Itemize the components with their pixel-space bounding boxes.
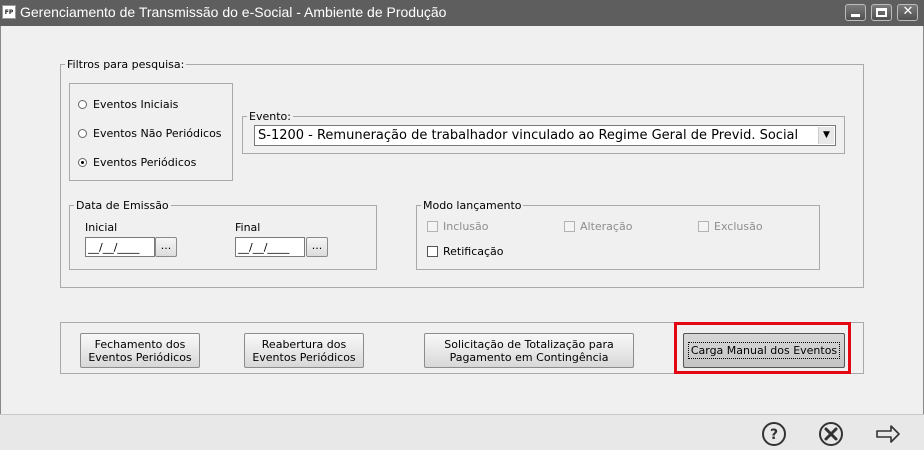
- modo-lancamento-legend: Modo lançamento: [423, 199, 522, 212]
- checkbox-retificacao[interactable]: Retificação: [427, 245, 504, 258]
- minimize-icon: [851, 14, 860, 17]
- modo-lancamento-group: Modo lançamento: [416, 199, 820, 270]
- radio-button-selected[interactable]: [78, 158, 87, 167]
- radio-label: Eventos Periódicos: [93, 156, 197, 169]
- final-date-picker-button[interactable]: ...: [306, 237, 328, 257]
- evento-selected-value: S-1200 - Remuneração de trabalhador vinc…: [258, 128, 799, 143]
- checkbox-label: Exclusão: [714, 220, 763, 233]
- cancel-icon[interactable]: [818, 421, 844, 447]
- final-label: Final: [235, 221, 261, 234]
- help-icon[interactable]: ?: [761, 421, 787, 447]
- checkbox-box: [564, 221, 575, 232]
- event-type-radio-group: Eventos Iniciais Eventos Não Periódicos …: [69, 83, 233, 181]
- solicitacao-totalizacao-button[interactable]: Solicitação de Totalização para Pagament…: [424, 333, 634, 368]
- checkbox-box[interactable]: [427, 246, 438, 257]
- maximize-button[interactable]: [871, 4, 892, 21]
- dropdown-arrow-icon[interactable]: ▼: [818, 127, 834, 144]
- fechamento-eventos-button[interactable]: Fechamento dos Eventos Periódicos: [80, 333, 200, 368]
- radio-eventos-iniciais[interactable]: Eventos Iniciais: [78, 98, 178, 111]
- next-arrow-icon[interactable]: [875, 421, 901, 447]
- inicial-date-input[interactable]: __/__/____: [85, 237, 155, 257]
- checkbox-alteracao: Alteração: [564, 220, 632, 233]
- radio-button[interactable]: [78, 100, 87, 109]
- evento-select[interactable]: S-1200 - Remuneração de trabalhador vinc…: [254, 125, 836, 146]
- footer-bar: ?: [0, 414, 924, 450]
- radio-button[interactable]: [78, 129, 87, 138]
- maximize-icon: [876, 8, 887, 17]
- highlight-box: [674, 322, 851, 374]
- reabertura-eventos-button[interactable]: Reabertura dos Eventos Periódicos: [244, 333, 364, 368]
- final-date-input[interactable]: __/__/____: [235, 237, 305, 257]
- radio-label: Eventos Não Periódicos: [93, 127, 222, 140]
- radio-eventos-nao-periodicos[interactable]: Eventos Não Periódicos: [78, 127, 222, 140]
- filters-legend: Filtros para pesquisa:: [67, 58, 185, 71]
- checkbox-box: [427, 221, 438, 232]
- inicial-label: Inicial: [85, 221, 118, 234]
- inicial-date-picker-button[interactable]: ...: [155, 237, 177, 257]
- title-bar: FP Gerenciamento de Transmissão do e-Soc…: [0, 0, 924, 26]
- app-icon: FP: [2, 5, 16, 19]
- radio-eventos-periodicos[interactable]: Eventos Periódicos: [78, 156, 196, 169]
- radio-label: Eventos Iniciais: [93, 98, 179, 111]
- checkbox-label: Alteração: [580, 220, 633, 233]
- close-button[interactable]: ✕: [897, 4, 918, 21]
- data-emissao-group: Data de Emissão: [69, 199, 377, 270]
- svg-text:?: ?: [770, 427, 778, 443]
- checkbox-label: Inclusão: [443, 220, 489, 233]
- checkbox-exclusao: Exclusão: [698, 220, 763, 233]
- checkbox-inclusao: Inclusão: [427, 220, 489, 233]
- data-emissao-legend: Data de Emissão: [76, 199, 169, 212]
- checkbox-label: Retificação: [443, 245, 504, 258]
- evento-legend: Evento:: [249, 110, 291, 123]
- minimize-button[interactable]: [845, 4, 866, 21]
- close-icon: ✕: [902, 4, 914, 19]
- window-title: Gerenciamento de Transmissão do e-Social…: [20, 4, 447, 20]
- checkbox-box: [698, 221, 709, 232]
